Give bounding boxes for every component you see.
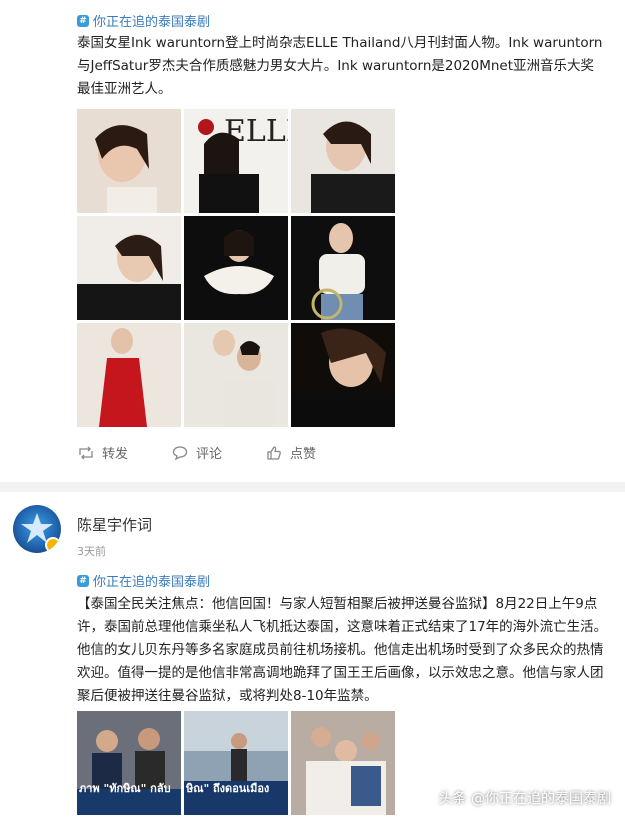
comment-icon <box>172 445 188 460</box>
verified-badge-icon <box>45 537 61 553</box>
photo-thumbnail[interactable]: ELLE <box>184 109 288 213</box>
post-text: 【泰国全民关注焦点：他信回国！与家人短暂相聚后被押送曼谷监狱】8月22日上午9点… <box>77 596 608 704</box>
topic-link[interactable]: # 你正在追的泰国泰剧 <box>77 11 210 30</box>
repost-icon <box>79 446 93 459</box>
comment-button[interactable]: 评论 <box>172 443 222 462</box>
watermark: 头条 @你正在追的泰国泰剧 <box>438 791 611 807</box>
topic-label: 你正在追的泰国泰剧 <box>93 575 211 590</box>
hashtag-icon: # <box>77 14 89 27</box>
photo-thumbnail[interactable] <box>291 109 395 213</box>
comment-label: 评论 <box>196 447 223 462</box>
photo-grid: ภาพ "ทักษิณ" กลับ ษิณ" ถึงดอนเมือง <box>77 711 395 815</box>
photo-thumbnail[interactable] <box>291 711 395 815</box>
photo-grid: ELLE <box>77 109 395 427</box>
avatar[interactable] <box>13 505 61 553</box>
like-button[interactable]: 点赞 <box>266 443 316 462</box>
photo-thumbnail[interactable] <box>184 323 288 427</box>
author-name[interactable]: 陈星宇作词 <box>77 514 152 535</box>
topic-label: 你正在追的泰国泰剧 <box>93 15 211 30</box>
thumbs-up-icon <box>267 445 281 460</box>
image-caption: ษิณ" ถึงดอนเมือง <box>186 782 270 795</box>
photo-thumbnail[interactable] <box>291 216 395 320</box>
feed-divider <box>0 482 625 492</box>
photo-thumbnail[interactable] <box>184 216 288 320</box>
photo-thumbnail[interactable] <box>77 109 181 213</box>
photo-thumbnail[interactable] <box>291 323 395 427</box>
photo-thumbnail[interactable]: ภาพ "ทักษิณ" กลับ <box>77 711 181 815</box>
photo-thumbnail[interactable] <box>77 323 181 427</box>
post-text: 泰国女星Ink waruntorn登上时尚杂志ELLE Thailand八月刊封… <box>77 35 603 97</box>
like-label: 点赞 <box>290 447 317 462</box>
photo-thumbnail[interactable]: ษิณ" ถึงดอนเมือง <box>184 711 288 815</box>
repost-label: 转发 <box>102 447 129 462</box>
repost-button[interactable]: 转发 <box>78 443 128 462</box>
post-time: 3天前 <box>77 545 106 558</box>
topic-link[interactable]: # 你正在追的泰国泰剧 <box>77 571 210 590</box>
photo-thumbnail[interactable] <box>77 216 181 320</box>
action-bar: 转发 评论 点赞 <box>78 443 360 462</box>
hashtag-icon: # <box>77 574 89 587</box>
image-caption: ภาพ "ทักษิณ" กลับ <box>79 782 171 795</box>
